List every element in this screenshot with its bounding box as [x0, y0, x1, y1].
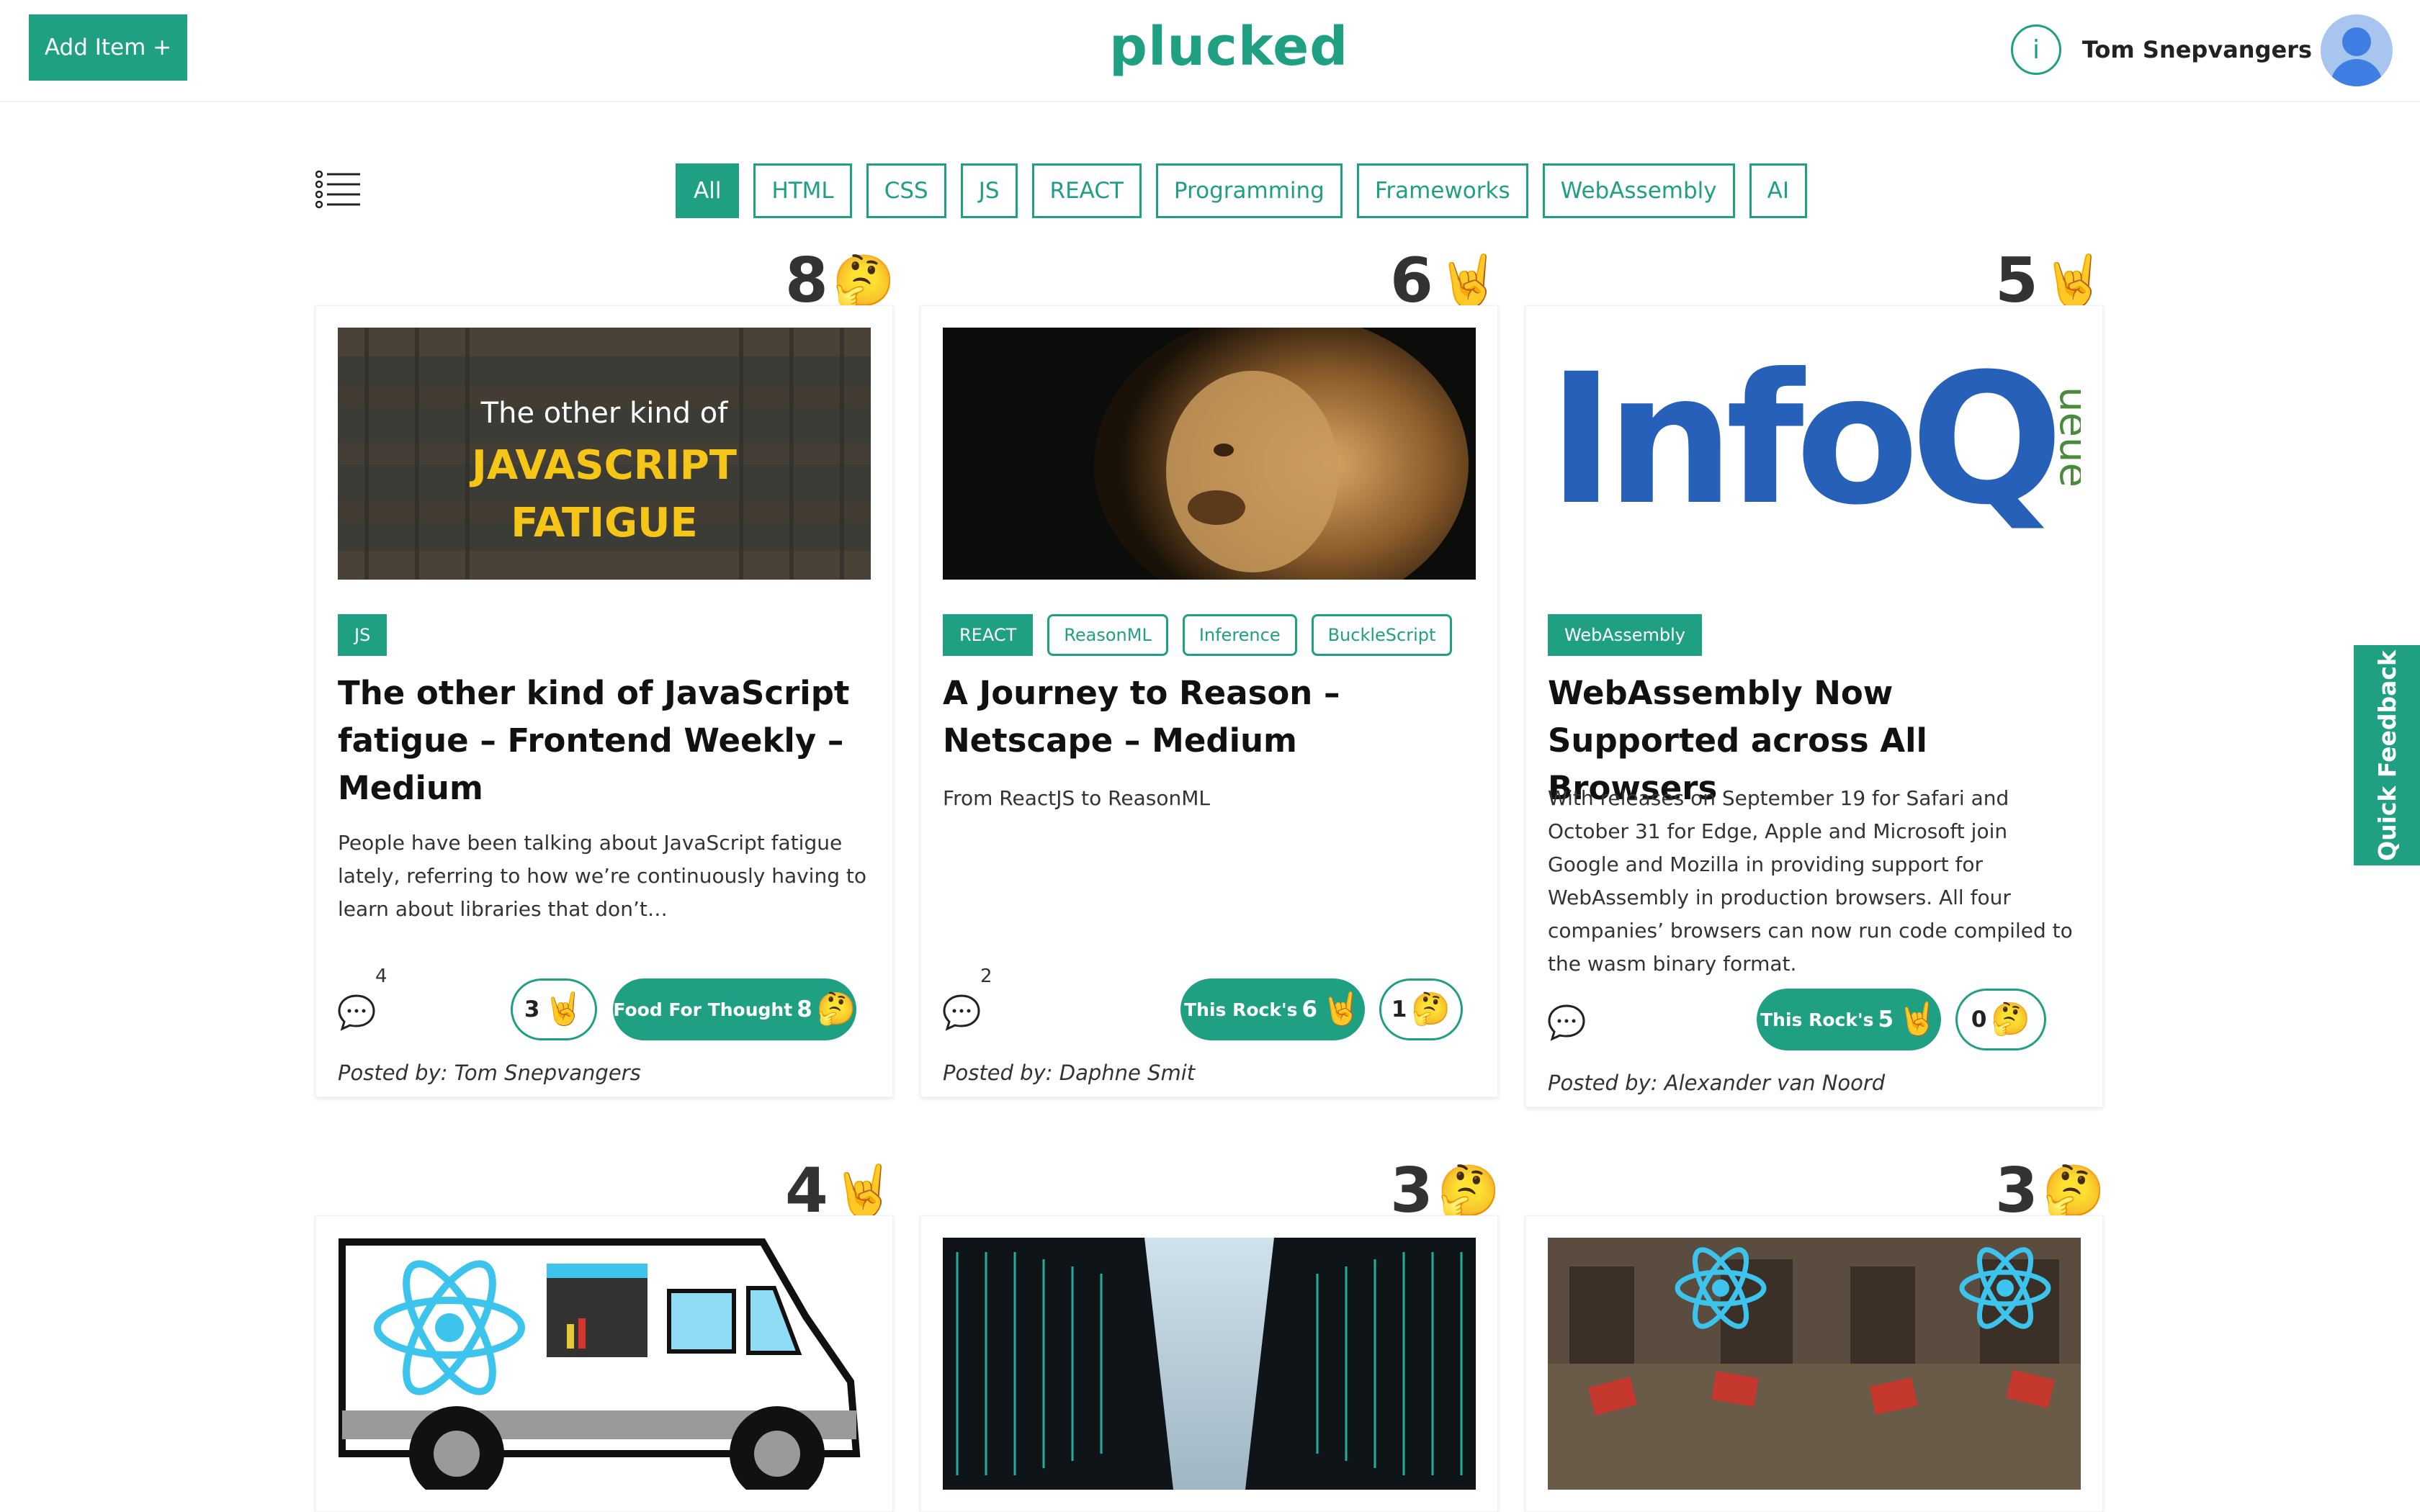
rock-vote-button[interactable]: 3 🤘 — [511, 978, 597, 1040]
image-caption-line1: The other kind of — [480, 397, 729, 430]
thought-vote-button[interactable]: 1 🤔 — [1379, 978, 1463, 1040]
filter-programming[interactable]: Programming — [1155, 163, 1343, 218]
tag-reasonml[interactable]: ReasonML — [1047, 614, 1168, 656]
rock-count: 5 — [1878, 1007, 1894, 1032]
filter-webassembly[interactable]: WebAssembly — [1542, 163, 1735, 218]
item-card — [920, 1215, 1498, 1512]
infoq-logo-image: InfoQ ueue — [1548, 328, 2081, 580]
card-title[interactable]: The other kind of JavaScript fatigue – F… — [338, 670, 871, 812]
comment-icon[interactable] — [1546, 1002, 1587, 1042]
tag-list: WebAssembly — [1548, 614, 1702, 656]
item-card — [315, 1215, 893, 1512]
filter-frameworks[interactable]: Frameworks — [1356, 163, 1528, 218]
thought-label: Food For Thought — [613, 999, 793, 1020]
thinking-emoji: 🤔 — [1991, 1001, 2031, 1038]
rock-label: This Rock's — [1760, 1009, 1874, 1030]
card-image[interactable]: The other kind of JAVASCRIPT FATIGUE — [338, 328, 871, 580]
image-caption-line3: FATIGUE — [511, 500, 698, 546]
food-for-thought-button[interactable]: Food For Thought 8 🤔 — [613, 978, 856, 1040]
avatar-head — [2342, 27, 2371, 56]
filter-html[interactable]: HTML — [753, 163, 852, 218]
card-description: With releases on September 19 for Safari… — [1548, 786, 2073, 976]
javascript-fatigue-image: The other kind of JAVASCRIPT FATIGUE — [338, 328, 871, 580]
rock-emoji: 🤘 — [544, 991, 584, 1027]
quick-feedback-label: Quick Feedback — [2372, 649, 2401, 861]
posted-by: Posted by: Alexander van Noord — [1548, 1071, 1886, 1095]
rock-emoji: 🤘 — [2042, 251, 2106, 310]
lion-image — [943, 328, 1476, 580]
this-rocks-button[interactable]: This Rock's 6 🤘 — [1180, 978, 1365, 1040]
filter-all[interactable]: All — [676, 163, 740, 218]
card-image[interactable] — [943, 1238, 1476, 1490]
tag-webassembly[interactable]: WebAssembly — [1548, 614, 1702, 656]
thought-count: 0 — [1971, 1007, 1987, 1032]
thought-count: 1 — [1391, 996, 1407, 1022]
image-caption-line2: JAVASCRIPT — [469, 442, 737, 489]
thinking-emoji: 🤔 — [1411, 991, 1451, 1027]
filter-react[interactable]: REACT — [1031, 163, 1142, 218]
tag-list: REACT ReasonML Inference BuckleScript — [943, 614, 1453, 656]
comment-count: 4 — [375, 966, 387, 987]
rock-emoji: 🤘 — [1898, 1001, 1937, 1038]
filter-js[interactable]: JS — [960, 163, 1018, 218]
comment-icon[interactable] — [336, 991, 377, 1032]
card-description: From ReactJS to ReasonML — [943, 786, 1210, 810]
card-image[interactable] — [338, 1238, 871, 1490]
posted-by: Posted by: Tom Snepvangers — [338, 1061, 641, 1085]
list-view-icon[interactable] — [315, 170, 362, 209]
thinking-emoji: 🤔 — [816, 991, 856, 1027]
rock-count: 6 — [1301, 996, 1318, 1022]
thought-count: 8 — [797, 996, 812, 1022]
avatar-icon[interactable] — [2321, 14, 2393, 86]
rock-label: This Rock's — [1184, 999, 1298, 1020]
user-name[interactable]: Tom Snepvangers — [2074, 32, 2312, 68]
quick-feedback-tab[interactable]: Quick Feedback — [2354, 645, 2420, 865]
thinking-emoji: 🤔 — [2042, 1161, 2106, 1220]
info-button[interactable]: i — [2011, 24, 2061, 75]
item-card: The other kind of JAVASCRIPT FATIGUE JS … — [315, 305, 893, 1097]
plucked-logo[interactable]: plucked — [1109, 14, 1348, 79]
infoq-brand: InfoQ — [1548, 335, 2055, 544]
react-vs-angular-meme-image — [1548, 1238, 2081, 1490]
this-rocks-button[interactable]: This Rock's 5 🤘 — [1757, 989, 1941, 1050]
top-bar: Add Item + plucked i Tom Snepvangers — [0, 0, 2420, 102]
avatar-body — [2331, 59, 2383, 86]
posted-by: Posted by: Daphne Smit — [943, 1061, 1196, 1085]
filter-css[interactable]: CSS — [866, 163, 946, 218]
datacenter-image — [943, 1238, 1476, 1490]
react-food-truck-image — [338, 1238, 871, 1490]
card-description: People have been talking about JavaScrip… — [338, 831, 866, 921]
card-title[interactable]: A Journey to Reason – Netscape – Medium — [943, 670, 1476, 765]
infoq-side-text: ueue — [2051, 387, 2081, 487]
rock-count: 3 — [524, 996, 540, 1022]
tag-react[interactable]: REACT — [943, 614, 1034, 656]
category-filters: All HTML CSS JS REACT Programming Framew… — [676, 163, 1807, 218]
filter-ai[interactable]: AI — [1749, 163, 1807, 218]
card-image[interactable] — [943, 328, 1476, 580]
thinking-emoji: 🤔 — [1437, 1161, 1501, 1220]
comment-count: 2 — [980, 966, 992, 987]
item-card: InfoQ ueue WebAssembly WebAssembly Now S… — [1525, 305, 2103, 1107]
add-item-button[interactable]: Add Item + — [29, 14, 187, 81]
tag-list: JS — [338, 614, 387, 656]
card-image[interactable]: InfoQ ueue — [1548, 328, 2081, 580]
rock-emoji: 🤘 — [1322, 991, 1361, 1027]
thought-vote-button[interactable]: 0 🤔 — [1955, 989, 2046, 1050]
card-image[interactable] — [1548, 1238, 2081, 1490]
tag-bucklescript[interactable]: BuckleScript — [1311, 614, 1453, 656]
rock-emoji: 🤘 — [832, 1161, 896, 1220]
item-card — [1525, 1215, 2103, 1512]
comment-icon[interactable] — [941, 991, 982, 1032]
rock-emoji: 🤘 — [1437, 251, 1501, 310]
thinking-emoji: 🤔 — [832, 251, 896, 310]
item-card: REACT ReasonML Inference BuckleScript A … — [920, 305, 1498, 1097]
tag-js[interactable]: JS — [338, 614, 387, 656]
tag-inference[interactable]: Inference — [1182, 614, 1297, 656]
